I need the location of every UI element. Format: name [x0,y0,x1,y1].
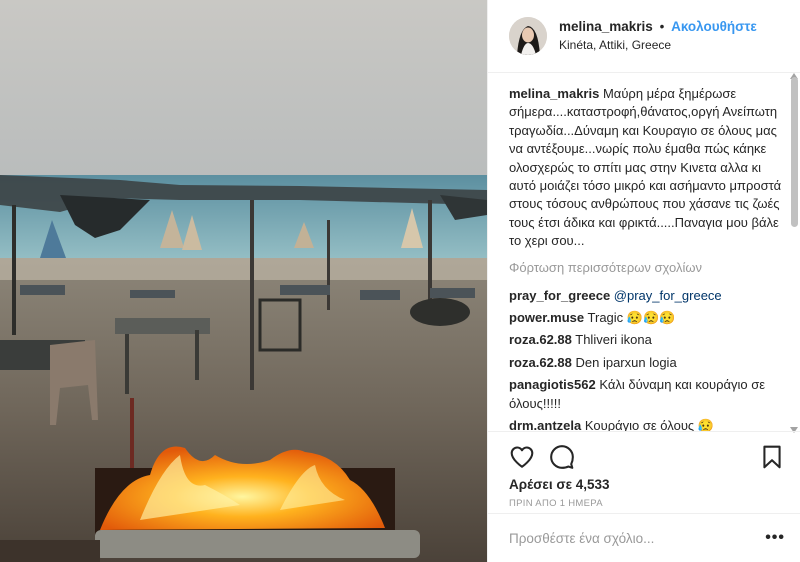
comment-username-link[interactable]: pray_for_greece [509,288,610,303]
comment-item: panagiotis562 Κάλι δύναμη και κουράγιο σ… [509,376,783,413]
caption: melina_makris Μαύρη μέρα ξημέρωσε σήμερα… [509,85,783,251]
comment-item: drm.antzela Κουράγιο σε όλους 😥 [509,417,783,431]
header-separator: • [659,18,665,34]
comment-text: Den iparxun logia [575,354,677,370]
add-comment-input[interactable]: Προσθέστε ένα σχόλιο... [509,531,765,546]
comment-item: power.muse Tragic 😥😥😥 [509,309,783,327]
comment-text: Tragic 😥😥😥 [587,310,676,326]
comment-username-link[interactable]: power.muse [509,310,584,325]
comments-scrollbar[interactable] [790,73,798,433]
comment-item: roza.62.88 Thliveri ikona [509,331,783,349]
follow-button[interactable]: Ακολουθήστε [671,19,757,34]
avatar-image [509,17,547,55]
comments-list[interactable]: melina_makris Μαύρη μέρα ξημέρωσε σήμερα… [488,73,800,431]
header-username-link[interactable]: melina_makris [559,19,653,34]
post-photo-image [0,0,487,562]
avatar[interactable] [509,17,547,55]
comment-mention-link[interactable]: @pray_for_greece [614,288,722,303]
more-options-button[interactable]: ••• [765,529,785,547]
comment-username-link[interactable]: roza.62.88 [509,332,572,347]
post-side-panel: melina_makris • Ακολουθήστε Kinéta, Atti… [487,0,800,562]
comment-text: Thliveri ikona [575,332,652,348]
scrollbar-thumb[interactable] [791,77,798,227]
location-link[interactable]: Kinéta, Attiki, Greece [559,38,757,53]
comment-text: Κουράγιο σε όλους 😥 [584,418,714,431]
comment-username-link[interactable]: drm.antzela [509,418,581,431]
comment-item: pray_for_greece @pray_for_greece [509,287,783,305]
post-photo[interactable] [0,0,487,562]
heart-icon[interactable] [509,444,535,470]
load-more-comments-button[interactable]: Φόρτωση περισσότερων σχολίων [509,260,783,275]
caption-text: Μαύρη μέρα ξημέρωσε σήμερα....καταστροφή… [509,86,782,249]
add-comment-bar: Προσθέστε ένα σχόλιο... ••• [488,513,800,562]
likes-count-link[interactable]: Αρέσει σε 4,533 [509,477,785,492]
comment-username-link[interactable]: panagiotis562 [509,377,596,392]
caption-username-link[interactable]: melina_makris [509,86,599,101]
bookmark-icon[interactable] [759,444,785,470]
comment-item: roza.62.88 Den iparxun logia [509,354,783,372]
post-header: melina_makris • Ακολουθήστε Kinéta, Atti… [488,0,800,73]
post-timestamp[interactable]: ΠΡΙΝ ΑΠΟ 1 ΗΜΕΡΑ [509,498,785,509]
instagram-post: melina_makris • Ακολουθήστε Kinéta, Atti… [0,0,800,562]
comment-bubble-icon[interactable] [549,444,575,470]
comment-username-link[interactable]: roza.62.88 [509,355,572,370]
